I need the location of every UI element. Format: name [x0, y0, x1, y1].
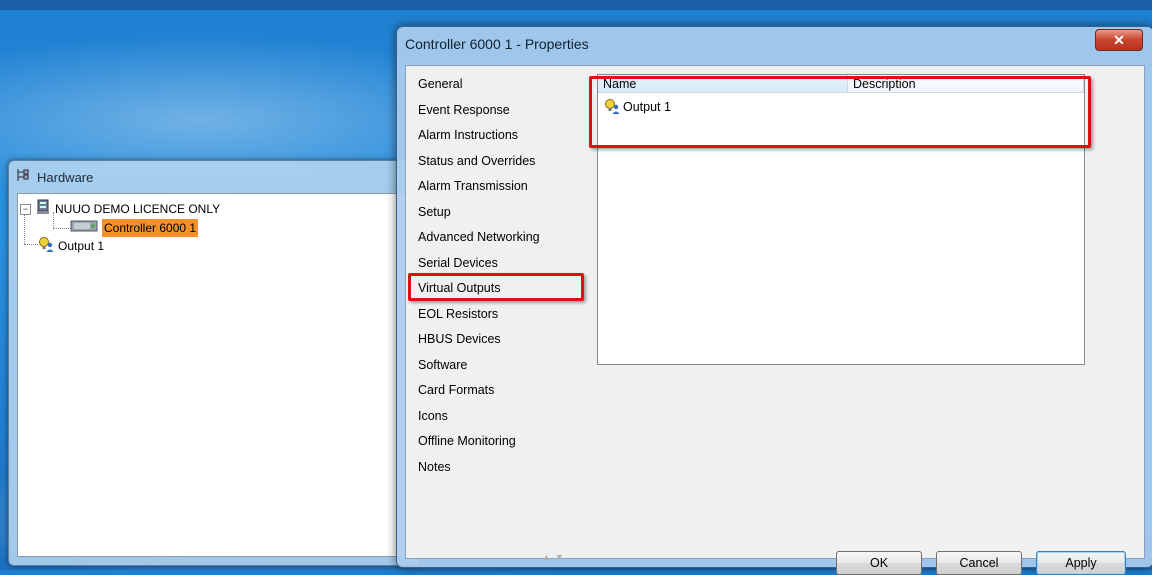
apply-button[interactable]: Apply [1036, 551, 1126, 575]
tree-node-output-label: Output 1 [58, 239, 105, 253]
server-icon [35, 199, 51, 220]
ok-button[interactable]: OK [836, 551, 922, 575]
nav-item-event-response[interactable]: Event Response [418, 100, 578, 126]
tree-node-root[interactable]: − NUUO DEMO LICENCE ONLY [20, 199, 221, 220]
nav-item-offline-monitoring[interactable]: Offline Monitoring [418, 431, 578, 457]
tree-connector [24, 244, 38, 245]
nav-item-software[interactable]: Software [418, 355, 578, 381]
tree-node-controller[interactable]: Controller 6000 1 [70, 219, 199, 238]
dialog-title: Controller 6000 1 - Properties [405, 36, 589, 52]
properties-dialog: Controller 6000 1 - Properties ✕ General… [396, 26, 1152, 575]
hardware-window: Hardware − NUUO DEMO LICENCE ONLY Contro… [8, 160, 420, 566]
nav-scroll-arrows-icon[interactable]: ▲▼ [542, 552, 568, 562]
close-icon: ✕ [1113, 32, 1125, 48]
tree-node-controller-label: Controller 6000 1 [102, 219, 199, 237]
hardware-title-text: Hardware [37, 170, 94, 185]
column-header-description[interactable]: Description [848, 75, 1084, 93]
lightbulb-user-icon [604, 98, 620, 117]
property-nav-list: General Event Response Alarm Instruction… [418, 74, 578, 482]
close-button[interactable]: ✕ [1095, 29, 1143, 51]
nav-item-hbus-devices[interactable]: HBUS Devices [418, 329, 578, 355]
nav-item-advanced-networking[interactable]: Advanced Networking [418, 227, 578, 253]
list-item-name: Output 1 [623, 100, 671, 114]
nav-item-virtual-outputs[interactable]: Virtual Outputs [418, 278, 578, 304]
nav-item-alarm-instructions[interactable]: Alarm Instructions [418, 125, 578, 151]
nav-item-icons[interactable]: Icons [418, 406, 578, 432]
nav-item-setup[interactable]: Setup [418, 202, 578, 228]
dialog-client-area: General Event Response Alarm Instruction… [405, 65, 1145, 575]
nav-item-serial-devices[interactable]: Serial Devices [418, 253, 578, 279]
controller-icon [70, 219, 98, 238]
nav-item-alarm-transmission[interactable]: Alarm Transmission [418, 176, 578, 202]
nav-item-status-and-overrides[interactable]: Status and Overrides [418, 151, 578, 177]
tree-node-output[interactable]: Output 1 [38, 236, 105, 257]
column-header-name[interactable]: Name [598, 75, 848, 93]
hardware-window-title: Hardware [15, 167, 93, 189]
nav-item-notes[interactable]: Notes [418, 457, 578, 483]
hardware-tree-icon [15, 167, 31, 190]
collapse-toggle-icon[interactable]: − [20, 203, 31, 215]
list-item[interactable]: Output 1 [604, 97, 671, 117]
tree-node-root-label: NUUO DEMO LICENCE ONLY [55, 202, 221, 216]
nav-item-card-formats[interactable]: Card Formats [418, 380, 578, 406]
virtual-outputs-list[interactable]: Name Description Output 1 [597, 74, 1085, 365]
hardware-tree-panel[interactable]: − NUUO DEMO LICENCE ONLY Controller 6000… [17, 193, 409, 557]
lightbulb-user-icon [38, 236, 54, 257]
nav-item-eol-resistors[interactable]: EOL Resistors [418, 304, 578, 330]
cancel-button[interactable]: Cancel [936, 551, 1022, 575]
tree-connector [53, 228, 71, 229]
list-header: Name Description [598, 75, 1084, 94]
nav-item-general[interactable]: General [418, 74, 578, 100]
top-cropped-strip [0, 0, 1152, 10]
